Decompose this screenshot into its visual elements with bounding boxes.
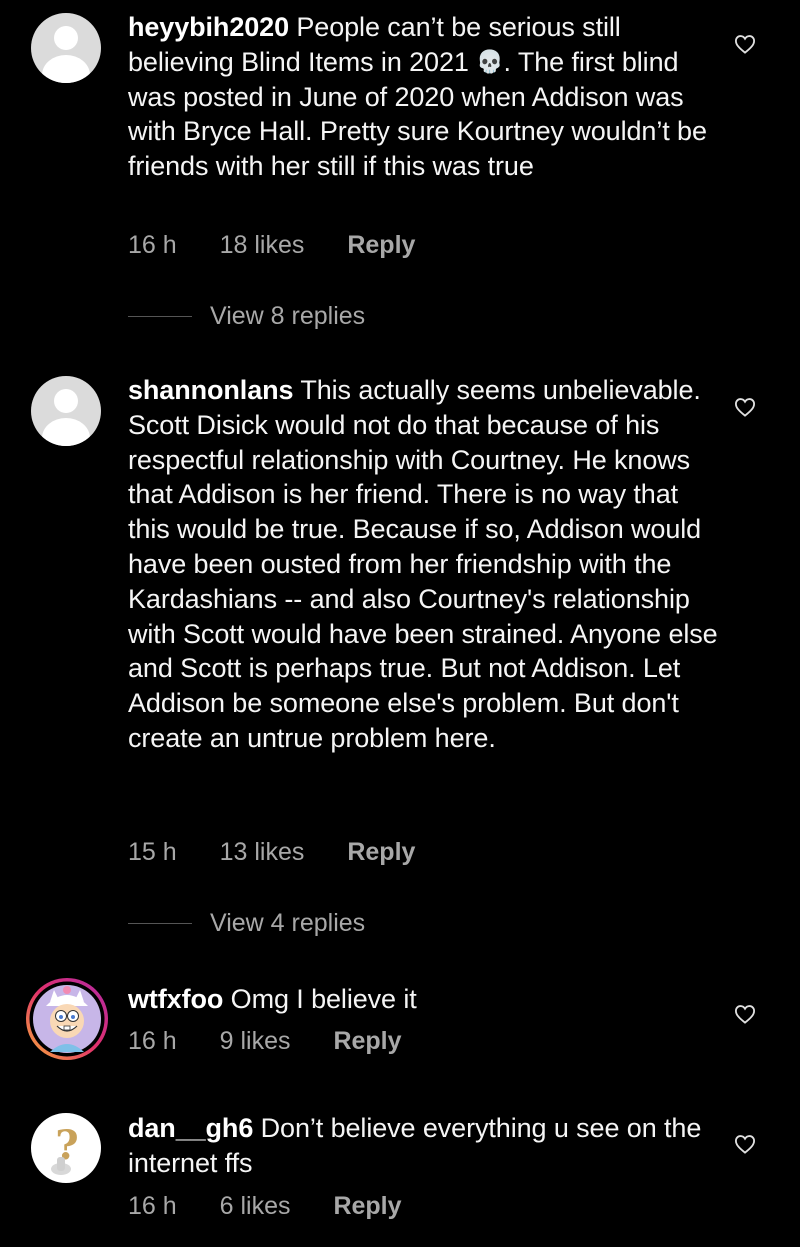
comment-text: heyybih2020 People can’t be serious stil…: [128, 10, 718, 184]
like-heart-icon[interactable]: [734, 1004, 756, 1024]
replies-divider: [128, 316, 192, 317]
view-replies-label: View 4 replies: [210, 909, 366, 937]
like-heart-icon[interactable]: [734, 1134, 756, 1154]
comment-meta: 15 h 13 likes Reply: [128, 838, 451, 867]
comment-time: 16 h: [128, 1192, 177, 1220]
comment-text: shannonlans This actually seems unbeliev…: [128, 373, 718, 756]
comment-username[interactable]: shannonlans: [128, 375, 294, 405]
comment-likes[interactable]: 6 likes: [220, 1192, 291, 1220]
replies-divider: [128, 923, 192, 924]
comment-body: Omg I believe it: [223, 984, 417, 1014]
default-avatar-icon[interactable]: [31, 376, 101, 446]
comment-username[interactable]: wtfxfoo: [128, 984, 223, 1014]
comment-text: dan__gh6 Don’t believe everything u see …: [128, 1111, 718, 1181]
view-replies-button[interactable]: View 8 replies: [128, 302, 365, 331]
cartoon-avatar-icon[interactable]: [24, 976, 110, 1062]
comment-time: 16 h: [128, 1027, 177, 1055]
view-replies-label: View 8 replies: [210, 302, 366, 330]
comment-username[interactable]: heyybih2020: [128, 12, 289, 42]
comment-body: This actually seems unbelievable. Scott …: [128, 375, 718, 753]
view-replies-button[interactable]: View 4 replies: [128, 909, 365, 938]
reply-button[interactable]: Reply: [347, 838, 415, 866]
default-avatar-icon[interactable]: [31, 13, 101, 83]
comment-likes[interactable]: 13 likes: [220, 838, 305, 866]
comment-time: 15 h: [128, 838, 177, 866]
comment-text: wtfxfoo Omg I believe it: [128, 982, 718, 1017]
like-heart-icon[interactable]: [734, 397, 756, 417]
comment-likes[interactable]: 18 likes: [220, 231, 305, 259]
like-heart-icon[interactable]: [734, 34, 756, 54]
comment-username[interactable]: dan__gh6: [128, 1113, 253, 1143]
reply-button[interactable]: Reply: [333, 1027, 401, 1055]
question-mark-avatar-icon[interactable]: ?: [31, 1113, 101, 1183]
reply-button[interactable]: Reply: [333, 1192, 401, 1220]
reply-button[interactable]: Reply: [347, 231, 415, 259]
skull-emoji-icon: 💀: [476, 48, 504, 74]
comment-meta: 16 h 18 likes Reply: [128, 231, 451, 260]
comment-meta: 16 h 9 likes Reply: [128, 1027, 438, 1056]
comment-time: 16 h: [128, 231, 177, 259]
comment-likes[interactable]: 9 likes: [220, 1027, 291, 1055]
comment-meta: 16 h 6 likes Reply: [128, 1192, 438, 1221]
